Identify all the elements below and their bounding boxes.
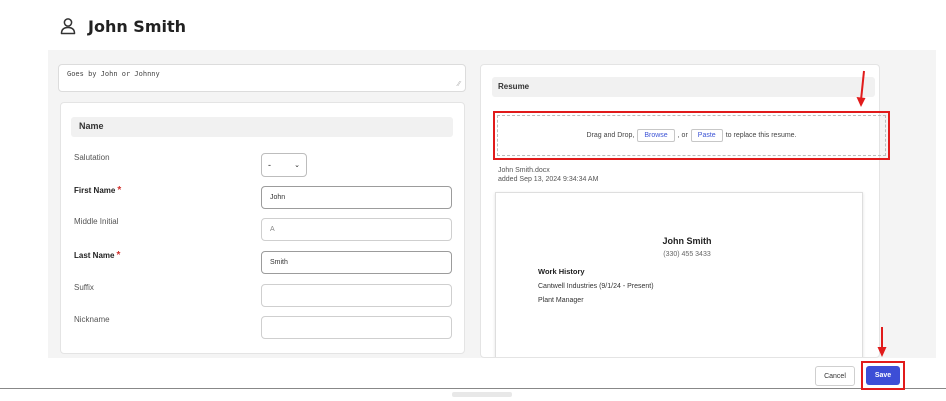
browse-button[interactable]: Browse: [637, 129, 675, 142]
resume-section-header: Resume: [492, 77, 875, 97]
last-name-value: Smith: [270, 259, 288, 266]
first-name-label: First Name *: [74, 185, 121, 196]
first-name-label-text: First Name: [74, 186, 116, 195]
nickname-input[interactable]: [261, 316, 452, 339]
dropzone-suffix: to replace this resume.: [725, 132, 797, 139]
person-icon: [60, 18, 76, 35]
preview-employer: Cantwell Industries (9/1/24 - Present): [538, 283, 654, 290]
preview-job-title: Plant Manager: [538, 297, 584, 304]
page-bottom-indicator: [452, 392, 512, 397]
candidate-edit-page: John Smith Goes by John or Johnny ⁄⁄ Nam…: [0, 0, 946, 401]
notes-text: Goes by John or Johnny: [67, 70, 160, 78]
resume-card: Resume John Smith.docx added Sep 13, 202…: [480, 64, 880, 358]
dropzone-or: , or: [677, 132, 688, 139]
last-name-input[interactable]: Smith: [261, 251, 452, 274]
middle-initial-label: Middle Initial: [74, 217, 119, 226]
preview-phone: (330) 455 3433: [663, 251, 711, 258]
dropzone-area: Drag and Drop, Browse , or Paste to repl…: [497, 115, 886, 156]
chevron-down-icon: ⌄: [294, 162, 300, 169]
page-header: John Smith: [58, 14, 186, 38]
middle-initial-value: A: [270, 226, 275, 233]
nickname-label: Nickname: [74, 315, 110, 324]
suffix-label: Suffix: [74, 283, 94, 292]
dropzone-prefix: Drag and Drop,: [586, 132, 635, 139]
middle-initial-input[interactable]: A: [261, 218, 452, 241]
required-star: *: [116, 250, 121, 261]
resume-dropzone[interactable]: Drag and Drop, Browse , or Paste to repl…: [493, 111, 890, 160]
salutation-label: Salutation: [74, 153, 110, 162]
suffix-input[interactable]: [261, 284, 452, 307]
first-name-input[interactable]: John: [261, 186, 452, 209]
last-name-label-text: Last Name: [74, 251, 115, 260]
notes-textarea[interactable]: Goes by John or Johnny ⁄⁄: [58, 64, 466, 92]
last-name-label: Last Name *: [74, 250, 120, 261]
salutation-select[interactable]: - ⌄: [261, 153, 307, 177]
footer-bar: Cancel Save: [0, 358, 946, 390]
resize-grip-icon[interactable]: ⁄⁄: [458, 80, 460, 88]
resume-added-date: added Sep 13, 2024 9:34:34 AM: [498, 176, 599, 183]
resume-preview: John Smith (330) 455 3433 Work History C…: [495, 192, 863, 357]
resume-file-meta: John Smith.docx added Sep 13, 2024 9:34:…: [498, 166, 598, 184]
page-title: John Smith: [88, 16, 187, 36]
paste-button[interactable]: Paste: [690, 129, 723, 142]
first-name-value: John: [270, 194, 286, 201]
resume-file-name[interactable]: John Smith.docx: [498, 166, 598, 175]
preview-section-title: Work History: [538, 267, 585, 276]
annotation-arrow-icon: [876, 326, 888, 358]
salutation-value: -: [268, 160, 271, 170]
cancel-button[interactable]: Cancel: [815, 366, 855, 386]
name-card: Name Salutation - ⌄ First Name * John Mid…: [60, 102, 465, 354]
preview-name: John Smith: [662, 236, 712, 246]
name-section-header: Name: [71, 117, 453, 137]
required-star: *: [117, 185, 122, 196]
save-button[interactable]: Save: [866, 366, 900, 385]
save-highlight: Save: [861, 361, 905, 390]
annotation-arrow-icon: [855, 70, 867, 108]
